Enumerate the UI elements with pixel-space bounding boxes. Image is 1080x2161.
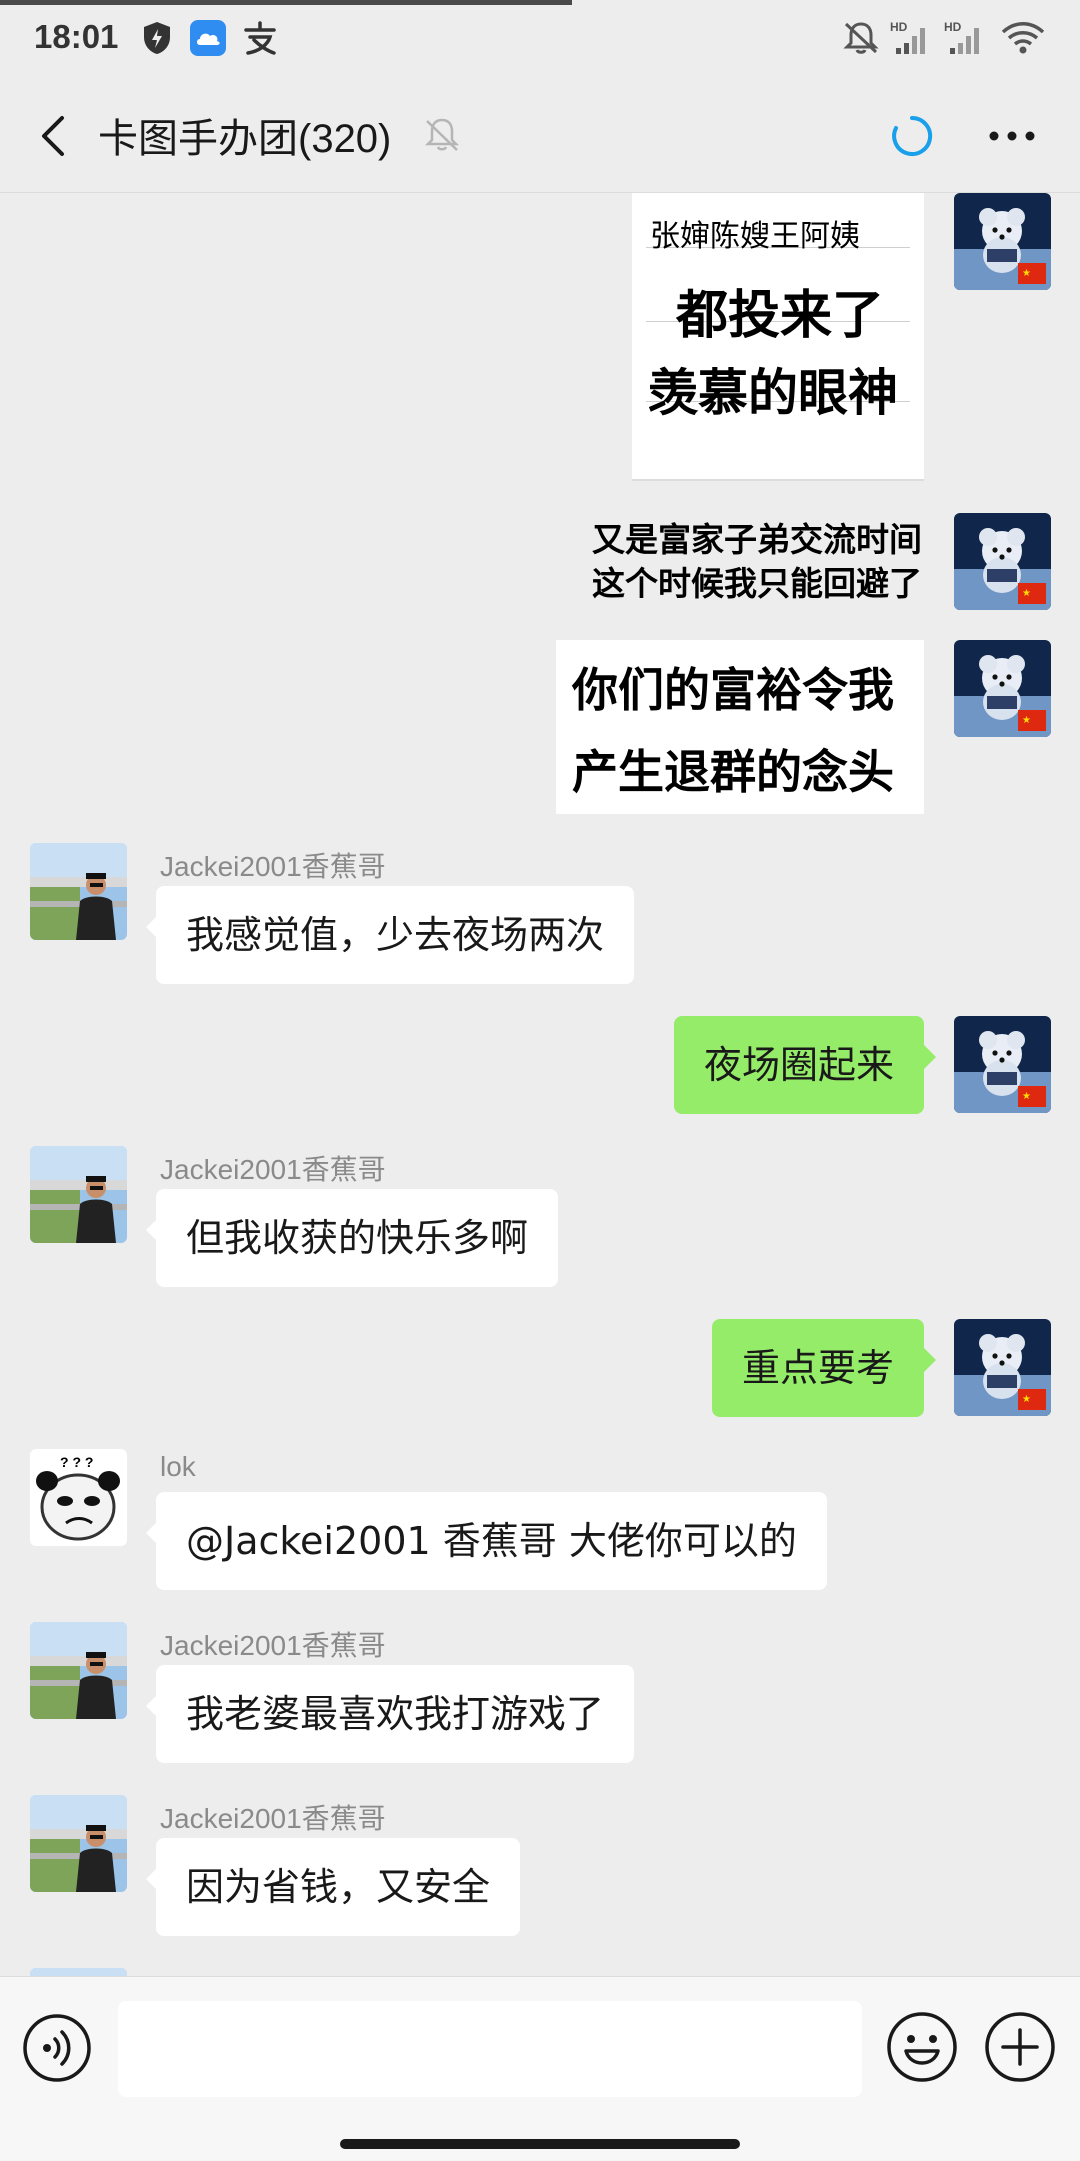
- message-bubble[interactable]: 我老婆最喜欢我打游戏了: [156, 1665, 635, 1763]
- signal-icon-1: HD: [890, 20, 925, 54]
- input-bar: [0, 1976, 1080, 2161]
- page-load-progress: [0, 0, 572, 5]
- message-list[interactable]: 张婶陈嫂王阿姨 都投来了 羡慕的眼神 又是富家子弟交流时间 这个时候我只能回避了…: [0, 193, 1080, 1976]
- sender-avatar-panda[interactable]: ? ? ?: [30, 1449, 127, 1546]
- sticker-line: 这个时候我只能回避了: [592, 564, 922, 603]
- svg-text:HD: HD: [944, 20, 962, 34]
- alipay-icon: [244, 21, 276, 55]
- message-bubble[interactable]: @Jackei2001 香蕉哥 大佬你可以的: [156, 1492, 827, 1590]
- chat-header: 卡图手办团(320): [0, 78, 1080, 193]
- signal-icon-2: HD: [944, 20, 979, 54]
- sender-name: Jackei2001香蕉哥: [160, 1630, 386, 1661]
- my-avatar[interactable]: [954, 193, 1051, 290]
- my-avatar[interactable]: [954, 1016, 1051, 1113]
- message-bubble[interactable]: 因为省钱，又安全: [156, 1838, 521, 1936]
- sticker-line: 都投来了: [676, 285, 885, 346]
- sender-avatar[interactable]: [30, 1968, 127, 1976]
- plus-icon[interactable]: [984, 2011, 1056, 2083]
- panda-face-icon: ? ? ?: [36, 1454, 120, 1541]
- sender-avatar[interactable]: [30, 1146, 127, 1243]
- sticker-text-image[interactable]: 又是富家子弟交流时间 这个时候我只能回避了: [560, 513, 924, 603]
- status-time: 18:01: [34, 18, 119, 55]
- my-avatar[interactable]: [954, 1319, 1051, 1416]
- sticker-line: 又是富家子弟交流时间: [592, 520, 922, 559]
- chevron-left-icon[interactable]: [30, 108, 80, 164]
- sticker-line: 产生退群的念头: [572, 745, 894, 799]
- sender-name: Jackei2001香蕉哥: [160, 1803, 386, 1834]
- mute-status-icon: [843, 22, 879, 54]
- voice-input-icon[interactable]: [22, 2013, 92, 2083]
- sender-name: Jackei2001香蕉哥: [160, 1154, 386, 1185]
- svg-text:? ? ?: ? ? ?: [60, 1454, 93, 1470]
- spinner-icon: [892, 115, 933, 156]
- svg-text:HD: HD: [890, 20, 908, 34]
- sender-name: lok: [160, 1451, 196, 1482]
- more-horizontal-icon[interactable]: [984, 118, 1040, 154]
- cloud-app-icon: [190, 20, 226, 56]
- home-indicator[interactable]: [340, 2139, 740, 2149]
- message-bubble[interactable]: 夜场圈起来: [673, 1016, 924, 1114]
- sender-name: Jackei2001香蕉哥: [160, 851, 386, 882]
- bell-off-icon: [424, 118, 460, 151]
- status-bar: 18:01 HD HD: [0, 0, 1080, 78]
- sticker-line: 张婶陈嫂王阿姨: [650, 219, 860, 254]
- wifi-icon: [1001, 22, 1045, 54]
- my-avatar[interactable]: [954, 513, 1051, 610]
- sticker-line: 你们的富裕令我: [572, 663, 894, 717]
- emoji-icon[interactable]: [886, 2011, 958, 2083]
- message-bubble[interactable]: 重点要考: [711, 1319, 924, 1417]
- message-bubble[interactable]: 但我收获的快乐多啊: [156, 1189, 559, 1287]
- message-input[interactable]: [118, 2001, 862, 2097]
- my-avatar[interactable]: [954, 640, 1051, 737]
- sender-avatar[interactable]: [30, 843, 127, 940]
- sticker-text-image[interactable]: 你们的富裕令我 产生退群的念头: [556, 640, 924, 814]
- sticker-line: 羡慕的眼神: [648, 363, 898, 422]
- sender-avatar[interactable]: [30, 1795, 127, 1892]
- sender-avatar[interactable]: [30, 1622, 127, 1719]
- sticker-image[interactable]: 张婶陈嫂王阿姨 都投来了 羡慕的眼神: [632, 193, 924, 481]
- message-bubble[interactable]: 我感觉值，少去夜场两次: [156, 886, 635, 984]
- shield-icon: [144, 22, 170, 54]
- chat-title: 卡图手办团(320): [98, 117, 392, 161]
